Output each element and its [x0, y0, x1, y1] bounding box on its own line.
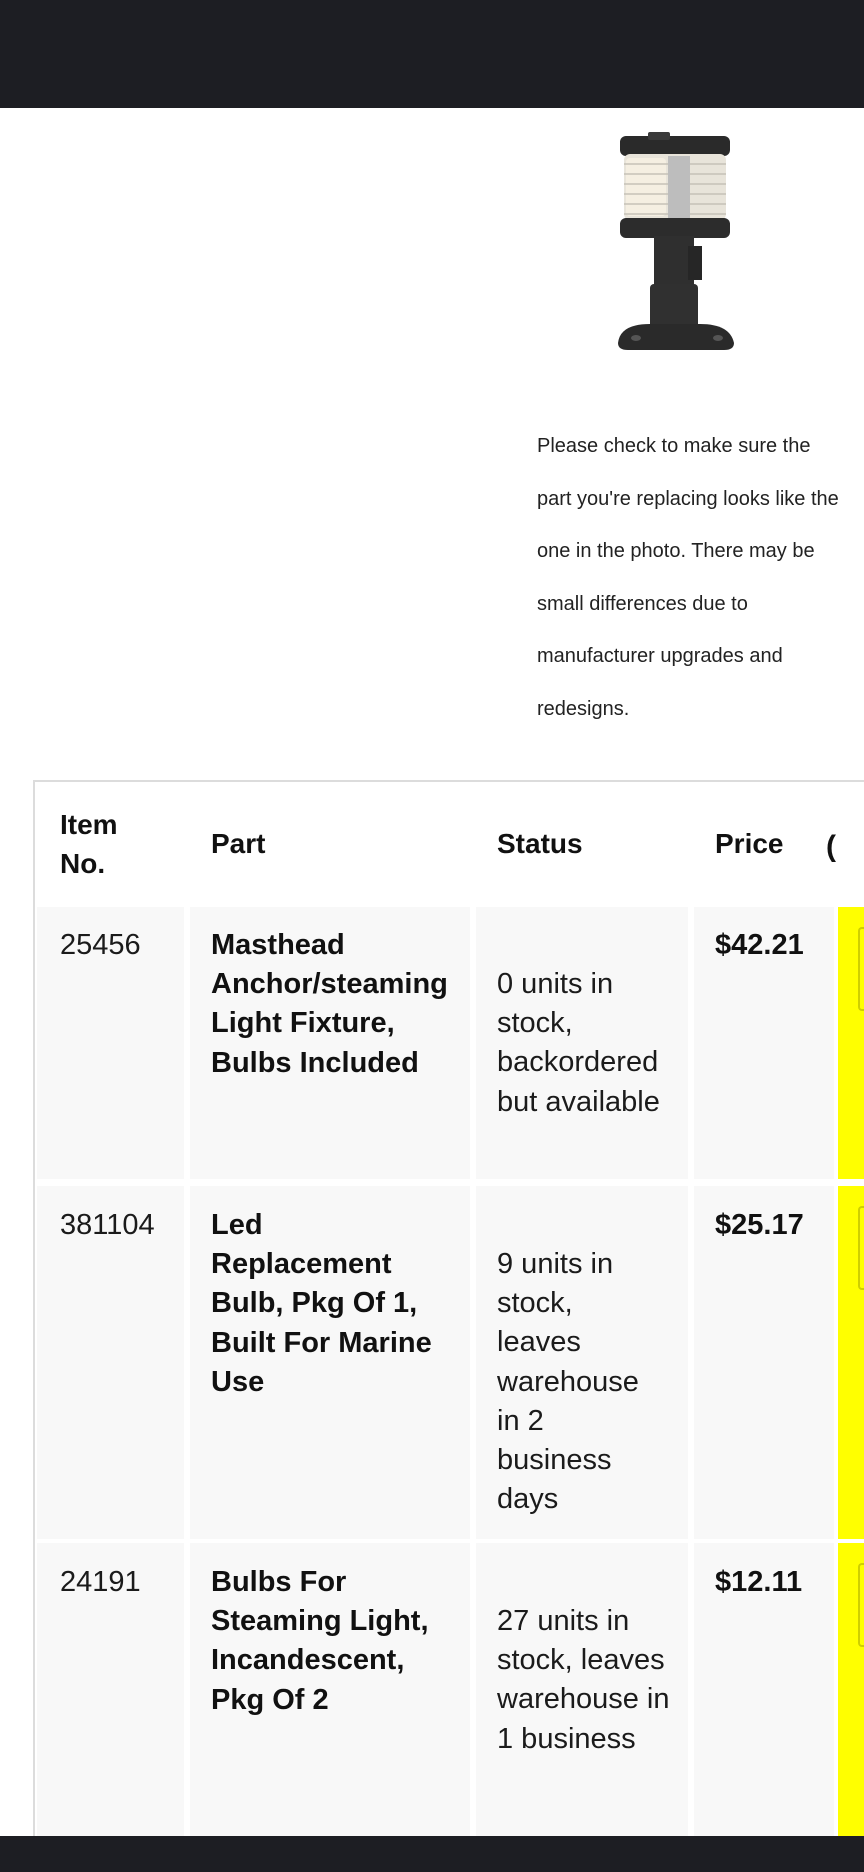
- item-number: 381104: [60, 1209, 155, 1241]
- photo-disclaimer: Please check to make sure the part you'r…: [537, 435, 839, 720]
- header-item-no: Item No.: [60, 809, 118, 879]
- product-photo: [618, 132, 734, 350]
- stock-status: 0 units in stock, backordered but availa…: [497, 968, 660, 1118]
- add-to-cart-cell[interactable]: [838, 1543, 864, 1843]
- header-price: Price: [715, 828, 784, 859]
- part-name[interactable]: Masthead Anchor/steaming Light Fixture, …: [211, 926, 466, 1083]
- price: $12.11: [715, 1566, 803, 1598]
- part-name[interactable]: Led Replacement Bulb, Pkg Of 1, Built Fo…: [211, 1206, 441, 1402]
- item-number: 25456: [60, 929, 141, 961]
- header-part: Part: [211, 828, 266, 859]
- stock-status: 27 units in stock, leaves warehouse in 1…: [497, 1605, 670, 1755]
- top-bar: [0, 0, 864, 108]
- stock-status: 9 units in stock, leaves warehouse in 2 …: [497, 1248, 639, 1516]
- bottom-bar: [0, 1836, 864, 1872]
- add-to-cart-cell[interactable]: [838, 907, 864, 1179]
- price: $25.17: [715, 1209, 804, 1241]
- header-status: Status: [497, 828, 583, 859]
- header-qty-clipped: (: [826, 830, 836, 863]
- add-to-cart-cell[interactable]: [838, 1186, 864, 1539]
- part-name[interactable]: Bulbs For Steaming Light, Incandescent, …: [211, 1563, 441, 1720]
- item-number: 24191: [60, 1566, 141, 1598]
- price: $42.21: [715, 929, 804, 961]
